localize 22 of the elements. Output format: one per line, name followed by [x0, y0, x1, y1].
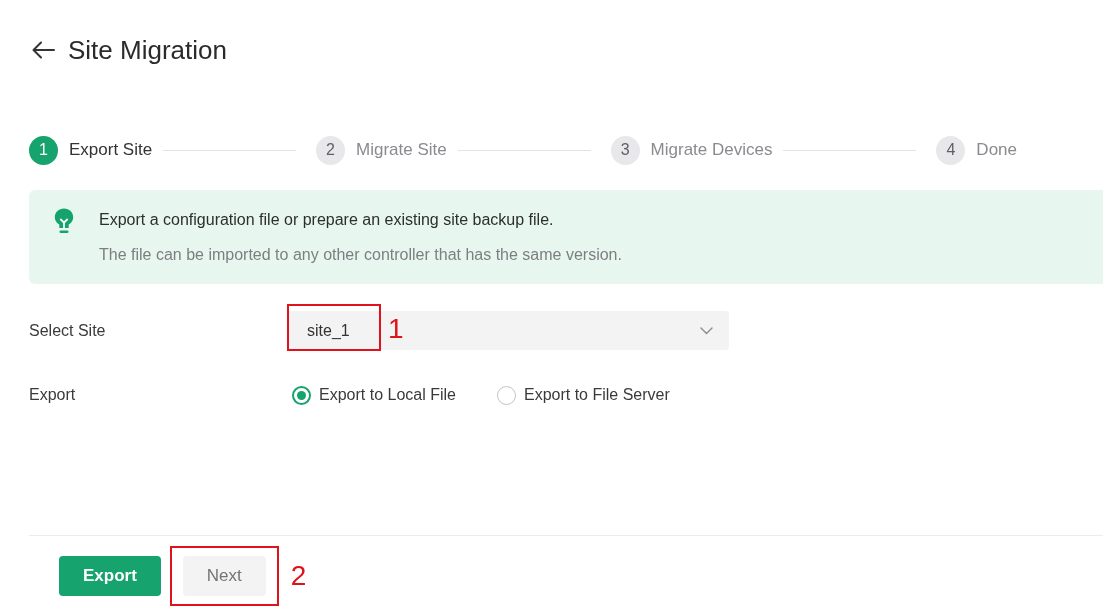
step-label: Migrate Devices: [650, 139, 773, 162]
step-label: Done: [976, 139, 1017, 162]
annotation-number: 1: [388, 315, 404, 343]
lightbulb-icon: [54, 208, 74, 234]
annotation-number: 2: [290, 562, 307, 590]
radio-label[interactable]: Export to Local File: [319, 383, 456, 407]
chevron-down-icon: [700, 326, 713, 335]
radio-button[interactable]: [292, 385, 311, 405]
page-title: Site Migration: [68, 34, 227, 67]
step-number: 2: [316, 135, 346, 165]
step-number: 4: [936, 135, 966, 165]
field-label: Export: [29, 385, 77, 405]
radio-label[interactable]: Export to File Server: [523, 383, 670, 407]
info-text: The file can be imported to any other controller that has the same version.: [99, 245, 622, 265]
step-number: 3: [610, 135, 640, 165]
radio-button[interactable]: [496, 385, 516, 405]
step-label: Export Site: [69, 139, 153, 162]
step-label: Migrate Site: [356, 139, 447, 162]
info-heading: Export a configuration file or prepare an existing site backup file.: [99, 210, 555, 230]
step-number: 1: [29, 135, 58, 165]
back-arrow-icon[interactable]: [32, 41, 55, 59]
field-label: Select Site: [29, 320, 107, 341]
